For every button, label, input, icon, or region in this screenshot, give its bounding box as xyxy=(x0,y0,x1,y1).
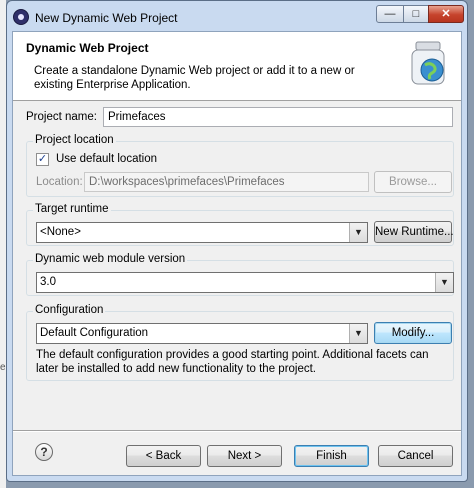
web-module-version-group-label: Dynamic web module version xyxy=(33,253,188,265)
location-input[interactable]: D:\workspaces\primefaces\Primefaces xyxy=(84,172,369,192)
configuration-select[interactable]: Default Configuration ▼ xyxy=(36,323,368,344)
wizard-banner: Dynamic Web Project Create a standalone … xyxy=(13,32,461,101)
project-name-label: Project name: xyxy=(26,111,97,123)
configuration-description: The default configuration provides a goo… xyxy=(36,349,429,375)
background-edge-text: e xyxy=(0,362,6,373)
use-default-location-label: Use default location xyxy=(56,153,158,165)
web-project-jar-icon xyxy=(411,41,445,85)
target-runtime-select[interactable]: <None> ▼ xyxy=(36,222,368,243)
eclipse-icon xyxy=(13,9,29,25)
title-bar[interactable]: New Dynamic Web Project — □ ✕ xyxy=(7,1,467,31)
browse-button[interactable]: Browse... xyxy=(374,171,452,193)
web-module-version-selected: 3.0 xyxy=(40,276,56,288)
dialog-body: Dynamic Web Project Create a standalone … xyxy=(12,31,462,476)
minimize-icon: — xyxy=(384,8,396,20)
finish-button[interactable]: Finish xyxy=(294,445,369,467)
dialog-window: New Dynamic Web Project — □ ✕ Dynamic We… xyxy=(6,0,468,482)
minimize-button[interactable]: — xyxy=(376,5,404,23)
next-button[interactable]: Next > xyxy=(207,445,282,467)
footer-separator xyxy=(13,430,461,432)
modify-button[interactable]: Modify... xyxy=(374,322,452,344)
project-location-group-label: Project location xyxy=(33,134,116,146)
use-default-location-checkbox[interactable]: ✓ xyxy=(36,153,49,166)
maximize-icon: □ xyxy=(412,8,420,20)
chevron-down-icon: ▼ xyxy=(349,324,367,343)
cancel-button[interactable]: Cancel xyxy=(378,445,453,467)
configuration-group-label: Configuration xyxy=(33,304,106,316)
target-runtime-group-label: Target runtime xyxy=(33,203,111,215)
close-icon: ✕ xyxy=(441,8,451,20)
close-button[interactable]: ✕ xyxy=(428,5,464,23)
help-icon[interactable]: ? xyxy=(35,443,53,461)
location-label: Location: xyxy=(36,176,83,188)
new-runtime-button[interactable]: New Runtime... xyxy=(374,221,454,243)
window-title: New Dynamic Web Project xyxy=(35,11,178,25)
back-button[interactable]: < Back xyxy=(126,445,201,467)
chevron-down-icon: ▼ xyxy=(435,273,453,292)
banner-description: Create a standalone Dynamic Web project … xyxy=(34,65,355,91)
banner-title: Dynamic Web Project xyxy=(26,41,149,55)
chevron-down-icon: ▼ xyxy=(349,223,367,242)
maximize-button[interactable]: □ xyxy=(403,5,429,23)
project-name-input[interactable]: Primefaces xyxy=(103,107,453,127)
configuration-selected: Default Configuration xyxy=(40,327,149,339)
target-runtime-selected: <None> xyxy=(40,226,81,238)
web-module-version-select[interactable]: 3.0 ▼ xyxy=(36,272,454,293)
